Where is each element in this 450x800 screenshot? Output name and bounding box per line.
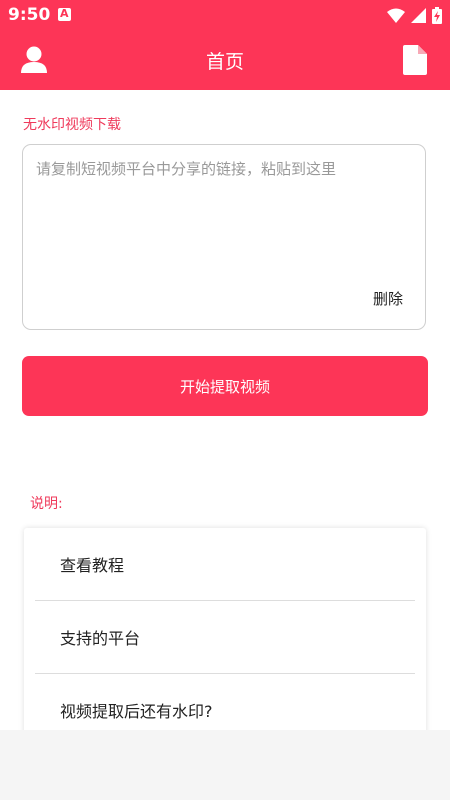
link-input-placeholder: 请复制短视频平台中分享的链接，粘贴到这里 xyxy=(36,160,337,178)
status-time: 9:50 xyxy=(8,5,51,25)
status-icons xyxy=(387,6,442,24)
notification-icon: A xyxy=(58,7,71,21)
main-content: 无水印视频下载 请复制短视频平台中分享的链接，粘贴到这里 删除 开始提取视频 说… xyxy=(0,90,450,758)
app-bar: 首页 xyxy=(0,30,450,90)
notification-letter: A xyxy=(60,7,69,20)
link-input[interactable]: 请复制短视频平台中分享的链接，粘贴到这里 删除 xyxy=(22,144,426,330)
help-item-label: 支持的平台 xyxy=(60,629,141,648)
delete-button[interactable]: 删除 xyxy=(373,288,403,309)
help-item-label: 查看教程 xyxy=(60,556,125,575)
section-label: 无水印视频下载 xyxy=(23,117,121,133)
help-item-label: 视频提取后还有水印? xyxy=(60,702,213,721)
signal-icon xyxy=(411,7,426,23)
status-bar: 9:50 A xyxy=(0,0,450,30)
document-button[interactable] xyxy=(403,45,427,75)
help-item-tutorial[interactable]: 查看教程 xyxy=(24,528,426,600)
help-card: 查看教程 支持的平台 视频提取后还有水印? xyxy=(24,528,426,758)
help-item-platforms[interactable]: 支持的平台 xyxy=(24,601,426,673)
notes-label: 说明: xyxy=(30,496,63,512)
wifi-icon xyxy=(387,8,405,23)
start-extract-button[interactable]: 开始提取视频 xyxy=(22,356,428,416)
document-icon xyxy=(403,45,427,75)
bottom-area xyxy=(0,730,450,800)
page-title: 首页 xyxy=(205,51,244,73)
battery-charging-icon xyxy=(432,6,442,24)
